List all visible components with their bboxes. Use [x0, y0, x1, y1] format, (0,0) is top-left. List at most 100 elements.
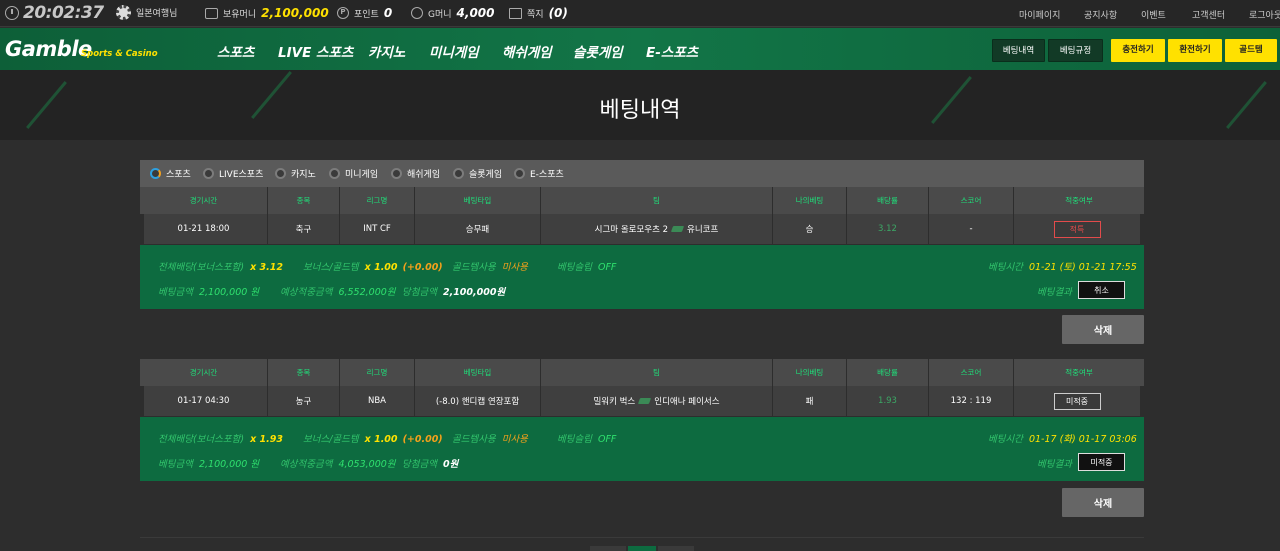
main-header: Gamble Sports & Casino 스포츠 LIVE 스포츠 카지노 … — [0, 28, 1280, 70]
cancel-bet-button[interactable]: 취소 — [1078, 281, 1125, 299]
tab-slotgame[interactable]: 슬롯게임 — [453, 167, 502, 180]
bet-history-button[interactable]: 베팅내역 — [992, 39, 1045, 62]
col-mybet: 나의베팅 — [773, 187, 847, 214]
bet-slip: 베팅슬립 OFF — [557, 434, 617, 445]
bet-rules-button[interactable]: 베팅규정 — [1048, 39, 1103, 62]
top-status-bar: 20:02:37 일본여행님 보유머니 2,100,000 P 포인트 0 G머… — [0, 0, 1280, 27]
bet-summary: 전체배당(보너스포함) x 3.12 보너스/골드템 x 1.00 (+0.00) … — [140, 245, 1144, 309]
gold-item-button[interactable]: 골드템 — [1225, 39, 1277, 62]
deposit-button[interactable]: 충전하기 — [1111, 39, 1165, 62]
delete-button[interactable]: 삭제 — [1062, 488, 1144, 517]
col-league: 리그명 — [340, 187, 415, 214]
mail-icon — [509, 7, 522, 19]
expected-win: 예상적중금액 4,053,000원 — [280, 459, 396, 470]
result-badge: 적특 — [1053, 220, 1101, 238]
page-banner: 베팅내역 — [0, 70, 1280, 140]
cell-team: 시그마 올로모우츠 2 유니코프 — [541, 214, 773, 244]
total-odds: 전체배당(보너스포함) x 3.12 — [158, 262, 283, 273]
bet-amount: 베팅금액 2,100,000 원 — [158, 459, 260, 470]
radio-icon — [514, 168, 525, 179]
link-mypage[interactable]: 마이페이지 — [1019, 8, 1060, 21]
win-amount: 당첨금액 0원 — [402, 459, 459, 470]
cell-team: 밀워키 벅스 인디애나 페이서스 — [541, 386, 773, 416]
point-icon: P — [337, 7, 349, 19]
tab-hashgame[interactable]: 해쉬게임 — [391, 167, 440, 180]
bet-slip: 베팅슬립 OFF — [557, 262, 617, 273]
col-bettype: 베팅타입 — [415, 359, 541, 386]
cell-bettype: 승무패 — [415, 214, 541, 244]
user-nickname[interactable]: 일본여행님 — [116, 5, 177, 20]
memo-count: (0) — [548, 6, 568, 20]
tab-casino[interactable]: 카지노 — [275, 167, 316, 180]
cell-league: NBA — [340, 386, 415, 416]
cell-mybet: 패 — [773, 386, 847, 416]
col-result: 적중여부 — [1065, 196, 1093, 205]
radio-icon — [203, 168, 214, 179]
cash-balance: 보유머니 2,100,000 — [205, 6, 329, 20]
nav-sports[interactable]: 스포츠 — [217, 41, 254, 61]
col-league: 리그명 — [340, 359, 415, 386]
link-support[interactable]: 고객센터 — [1192, 8, 1225, 21]
bet-result-button[interactable]: 미적중 — [1078, 453, 1125, 471]
page-prev[interactable] — [590, 546, 626, 551]
col-score: 스코어 — [929, 187, 1014, 214]
clock-time: 20:02:37 — [23, 3, 104, 23]
win-amount: 당첨금액 2,100,000원 — [402, 287, 506, 298]
nav-slotgame[interactable]: 슬롯게임 — [573, 41, 623, 61]
cell-score: 132 : 119 — [929, 386, 1014, 416]
col-odds: 배당률 — [847, 359, 929, 386]
cell-sport: 축구 — [268, 214, 340, 244]
col-odds: 배당률 — [847, 187, 929, 214]
col-time: 경기시간 — [140, 359, 268, 386]
clock-icon — [5, 6, 19, 20]
tab-esports[interactable]: E-스포츠 — [514, 167, 564, 180]
cell-score: - — [929, 214, 1014, 244]
withdraw-button[interactable]: 환전하기 — [1168, 39, 1222, 62]
cell-mybet: 승 — [773, 214, 847, 244]
col-result: 적중여부 — [1065, 368, 1093, 377]
page-current[interactable] — [628, 546, 656, 551]
away-team: 유니코프 — [687, 225, 719, 235]
cell-result: 미적중 — [1014, 386, 1140, 416]
bet-amount: 베팅금액 2,100,000 원 — [158, 287, 260, 298]
clock: 20:02:37 — [5, 3, 104, 23]
tab-sports[interactable]: 스포츠 — [150, 167, 191, 180]
cell-bettype: (-8.0) 핸디캡 연장포함 — [415, 386, 541, 416]
cash-value: 2,100,000 — [261, 6, 329, 20]
cell-league: INT CF — [340, 214, 415, 244]
versus-icon — [638, 398, 652, 404]
col-team: 팀 — [541, 187, 773, 214]
category-tabs: 스포츠 LIVE스포츠 카지노 미니게임 해쉬게임 슬롯게임 E-스포츠 — [140, 160, 1144, 187]
radio-icon — [391, 168, 402, 179]
pagination — [140, 537, 1144, 551]
delete-button[interactable]: 삭제 — [1062, 315, 1144, 344]
col-time: 경기시간 — [140, 187, 268, 214]
nav-hashgame[interactable]: 해쉬게임 — [502, 41, 552, 61]
tab-minigame[interactable]: 미니게임 — [329, 167, 378, 180]
tab-live-sports[interactable]: LIVE스포츠 — [203, 167, 263, 180]
bonus-gold: 보너스/골드템 x 1.00 (+0.00) — [303, 434, 443, 445]
nav-minigame[interactable]: 미니게임 — [429, 41, 479, 61]
gmoney-value: 4,000 — [456, 6, 495, 20]
chip-icon — [116, 5, 131, 20]
nav-esports[interactable]: E-스포츠 — [646, 41, 698, 61]
expected-win: 예상적중금액 6,552,000원 — [280, 287, 396, 298]
link-notice[interactable]: 공지사항 — [1084, 8, 1117, 21]
nav-casino[interactable]: 카지노 — [368, 41, 405, 61]
table-row: 01-21 18:00 축구 INT CF 승무패 시그마 올로모우츠 2 유니… — [140, 214, 1144, 244]
bet-result-label: 베팅결과 — [1037, 459, 1072, 470]
col-bettype: 베팅타입 — [415, 187, 541, 214]
link-logout[interactable]: 로그아웃 — [1249, 8, 1280, 21]
cell-time: 01-21 18:00 — [140, 214, 268, 244]
page-next[interactable] — [658, 546, 694, 551]
logo[interactable]: Gamble — [5, 37, 92, 61]
cell-sport: 농구 — [268, 386, 340, 416]
link-event[interactable]: 이벤트 — [1141, 8, 1166, 21]
radio-icon — [329, 168, 340, 179]
nav-live-sports[interactable]: LIVE 스포츠 — [278, 41, 353, 61]
cell-time: 01-17 04:30 — [140, 386, 268, 416]
result-badge: 미적중 — [1053, 392, 1101, 410]
col-team: 팀 — [541, 359, 773, 386]
cell-result: 적특 — [1014, 214, 1140, 244]
memo-link[interactable]: 쪽지 (0) — [509, 6, 568, 20]
